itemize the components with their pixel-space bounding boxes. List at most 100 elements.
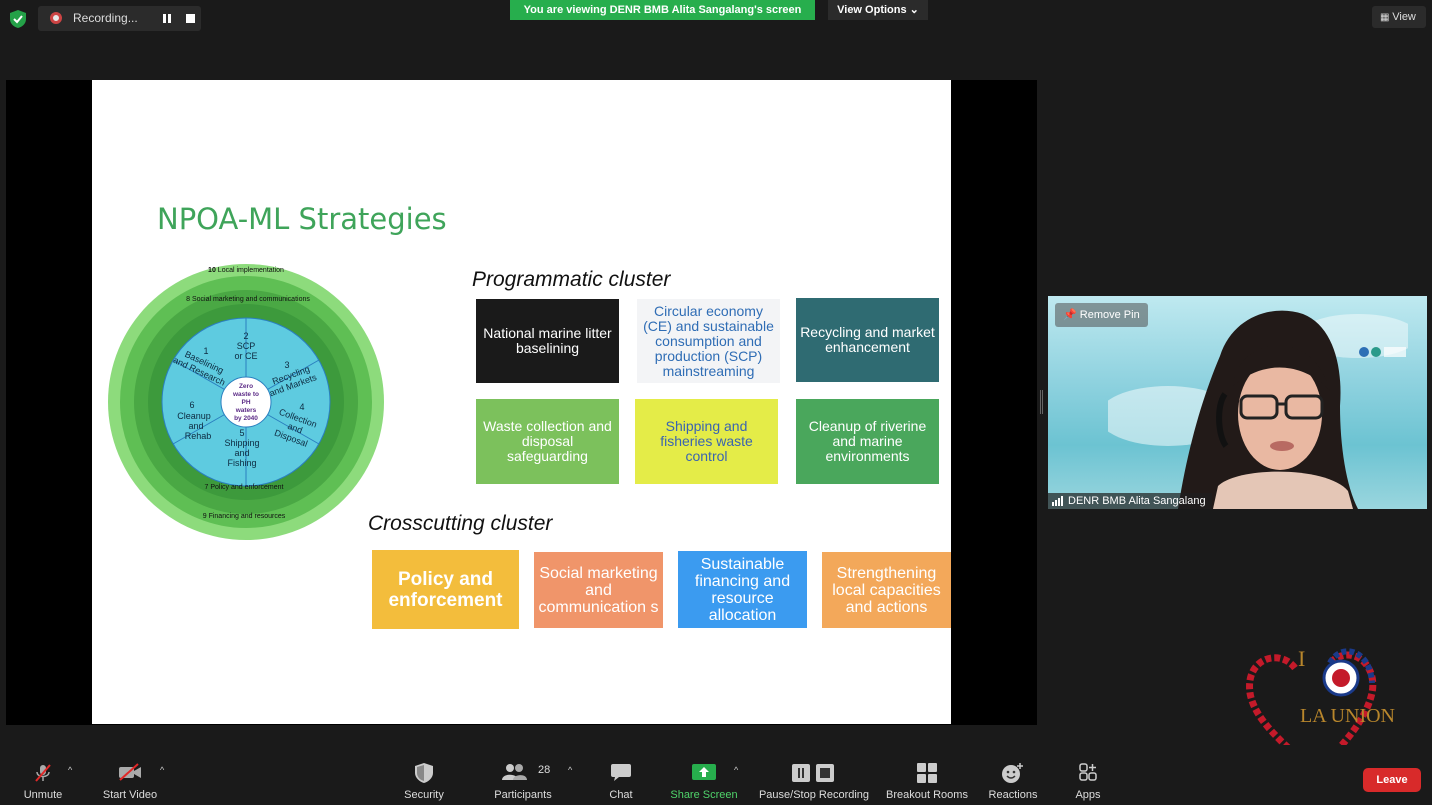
segment-number: 3 — [284, 360, 289, 370]
stop-recording-icon[interactable] — [186, 14, 195, 23]
participant-video-image — [1108, 310, 1408, 509]
unmute-label: Unmute — [23, 789, 63, 801]
programmatic-box: Waste collection and disposal safeguardi… — [476, 399, 619, 484]
security-shield-icon — [415, 763, 433, 783]
programmatic-box: Cleanup of riverine and marine environme… — [796, 399, 939, 484]
crosscutting-box: Policy and enforcement — [372, 550, 519, 629]
share-screen-label: Share Screen — [670, 789, 738, 801]
share-options-caret-icon[interactable]: ^ — [734, 765, 738, 775]
breakout-rooms-button[interactable]: Breakout Rooms — [882, 745, 972, 805]
segment-label: Cleanup — [177, 411, 211, 421]
crosscutting-box: Sustainable financing and resource alloc… — [678, 551, 807, 628]
remove-pin-label: Remove Pin — [1079, 309, 1140, 321]
presentation-slide: NPOA-ML Strategies Zero waste to PH wate — [92, 80, 951, 724]
ring-label: 9 Financing and resources — [203, 513, 286, 520]
wheel-center-line: waste to — [232, 391, 259, 398]
crosscutting-box: Strengthening local capacities and actio… — [822, 552, 951, 628]
ring-label: 8 Social marketing and communications — [186, 296, 310, 303]
crosscutting-cluster-heading: Crosscutting cluster — [368, 512, 553, 535]
meeting-toolbar: Unmute ^ Start Video ^ Security 28 Parti… — [0, 745, 1432, 805]
logo-letter: I — [1298, 646, 1305, 671]
programmatic-box: National marine litter baselining — [476, 299, 619, 383]
video-off-icon — [119, 763, 141, 781]
reactions-label: Reactions — [988, 789, 1038, 801]
programmatic-box: Circular economy (CE) and sustainable co… — [637, 299, 780, 383]
view-label: View — [1392, 11, 1416, 23]
segment-number: 4 — [299, 402, 304, 412]
participant-name-tag: DENR BMB Alita Sangalang — [1048, 493, 1212, 509]
breakout-rooms-icon — [917, 763, 937, 783]
svg-text:10 Local implementation: 10 Local implementation — [208, 267, 284, 274]
start-video-label: Start Video — [102, 789, 158, 801]
ring-number: 10 — [208, 267, 216, 274]
signal-strength-icon — [1052, 496, 1063, 506]
wheel-center-line: waters — [235, 407, 257, 414]
segment-number: 6 — [189, 400, 194, 410]
reactions-icon — [1002, 763, 1023, 783]
recording-dot-icon — [50, 12, 62, 24]
segment-number: 1 — [203, 346, 208, 356]
programmatic-box: Recycling and market enhancement — [796, 298, 939, 382]
pause-stop-recording-button[interactable]: Pause/Stop Recording — [756, 745, 872, 805]
shared-screen: NPOA-ML Strategies Zero waste to PH wate — [6, 80, 1037, 725]
ring-label: 7 Policy and enforcement — [205, 484, 284, 491]
apps-icon — [1079, 763, 1097, 781]
segment-label: or CE — [234, 351, 257, 361]
view-options-button[interactable]: View Options ⌄ — [828, 0, 928, 20]
leave-button[interactable]: Leave — [1363, 768, 1421, 792]
remove-pin-button[interactable]: 📌 Remove Pin — [1055, 303, 1148, 327]
recording-label: Recording... — [73, 11, 138, 25]
apps-label: Apps — [1075, 789, 1101, 801]
participants-button[interactable]: 28 Participants — [490, 745, 556, 805]
viewing-banner: You are viewing DENR BMB Alita Sangalang… — [510, 0, 815, 20]
strategy-wheel-diagram: Zero waste to PH waters by 2040 2 SCP or… — [108, 264, 384, 540]
reactions-button[interactable]: Reactions — [984, 745, 1042, 805]
participant-name: DENR BMB Alita Sangalang — [1068, 495, 1206, 507]
chat-icon — [611, 764, 631, 781]
muted-microphone-icon — [35, 764, 51, 782]
view-button[interactable]: ▦ View — [1372, 6, 1426, 28]
programmatic-cluster-heading: Programmatic cluster — [472, 268, 671, 291]
wheel-center-line: by 2040 — [234, 415, 258, 422]
pause-recording-icon[interactable] — [163, 14, 171, 23]
segment-number: 2 — [243, 331, 248, 341]
segment-label: SCP — [237, 341, 256, 351]
segment-label: Shipping — [224, 438, 259, 448]
segment-label: and — [188, 421, 203, 431]
apps-button[interactable]: Apps — [1066, 745, 1110, 805]
chat-label: Chat — [609, 789, 633, 801]
security-label: Security — [404, 789, 444, 801]
recording-indicator: Recording... — [38, 6, 201, 31]
grid-view-icon: ▦ — [1380, 12, 1393, 23]
segment-label: and — [234, 448, 249, 458]
participants-options-caret-icon[interactable]: ^ — [568, 765, 572, 775]
pin-icon: 📌 — [1063, 309, 1077, 321]
breakout-rooms-label: Breakout Rooms — [886, 789, 968, 801]
audio-options-caret-icon[interactable]: ^ — [68, 765, 72, 775]
panel-resize-handle[interactable] — [1040, 390, 1043, 414]
video-options-caret-icon[interactable]: ^ — [160, 765, 164, 775]
segment-label: Fishing — [227, 458, 256, 468]
participants-label: Participants — [494, 789, 552, 801]
share-screen-button[interactable]: Share Screen — [668, 745, 740, 805]
logo-text: LA UNION — [1300, 705, 1395, 727]
start-video-button[interactable]: Start Video — [98, 745, 162, 805]
pause-stop-icon — [792, 764, 834, 782]
segment-number: 5 — [239, 428, 244, 438]
slide-title: NPOA-ML Strategies — [157, 202, 447, 236]
programmatic-box: Shipping and fisheries waste control — [635, 399, 778, 484]
participants-icon — [502, 764, 527, 780]
security-shield-icon[interactable] — [10, 10, 26, 28]
security-button[interactable]: Security — [398, 745, 450, 805]
segment-label: Rehab — [185, 431, 212, 441]
ring-label: Local implementation — [218, 267, 284, 274]
participant-video-tile[interactable]: 📌 Remove Pin DENR BMB Alita Sangalang — [1048, 296, 1427, 509]
participants-count: 28 — [538, 764, 551, 776]
pause-stop-recording-label: Pause/Stop Recording — [758, 789, 870, 801]
crosscutting-box: Social marketing and communication s — [534, 552, 663, 628]
wheel-center-line: Zero — [239, 383, 253, 390]
unmute-button[interactable]: Unmute — [14, 745, 72, 805]
share-screen-icon — [692, 764, 716, 780]
chat-button[interactable]: Chat — [598, 745, 644, 805]
wheel-center-line: PH — [241, 399, 250, 406]
